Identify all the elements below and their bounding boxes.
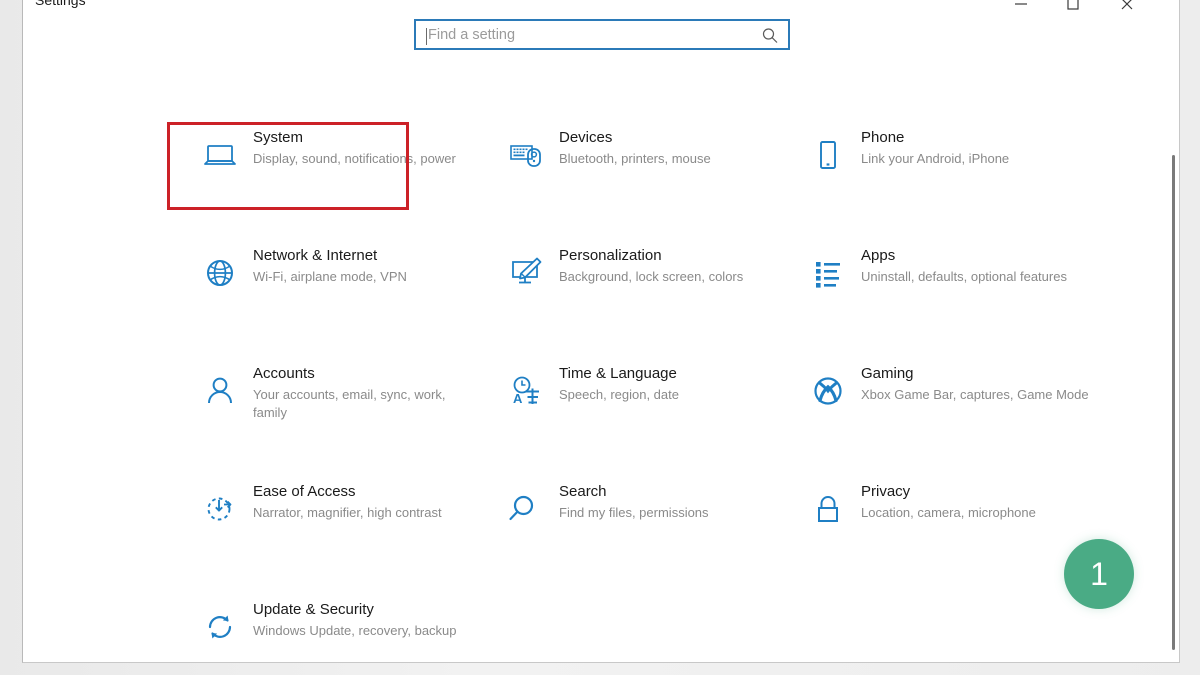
category-title: Privacy xyxy=(861,482,1091,502)
category-title: Gaming xyxy=(861,364,1091,384)
minimize-icon xyxy=(1014,0,1028,11)
category-text: Devices Bluetooth, printers, mouse xyxy=(559,128,765,168)
clock-language-icon: A xyxy=(503,368,549,414)
category-text: Time & Language Speech, region, date xyxy=(559,364,765,404)
category-title: Apps xyxy=(861,246,1091,266)
monitor-brush-icon xyxy=(503,250,549,296)
category-title: Accounts xyxy=(253,364,459,384)
category-privacy[interactable]: Privacy Location, camera, microphone xyxy=(797,472,1077,564)
category-text: Gaming Xbox Game Bar, captures, Game Mod… xyxy=(861,364,1091,404)
category-subtitle: Bluetooth, printers, mouse xyxy=(559,150,765,168)
category-devices[interactable]: Devices Bluetooth, printers, mouse xyxy=(495,118,775,210)
category-gaming[interactable]: Gaming Xbox Game Bar, captures, Game Mod… xyxy=(797,354,1077,446)
scrollbar-thumb[interactable] xyxy=(1172,155,1175,650)
category-text: Phone Link your Android, iPhone xyxy=(861,128,1091,168)
svg-text:A: A xyxy=(513,391,523,406)
category-title: Personalization xyxy=(559,246,765,266)
category-personalization[interactable]: Personalization Background, lock screen,… xyxy=(495,236,775,328)
category-title: Devices xyxy=(559,128,765,148)
category-title: System xyxy=(253,128,459,148)
status-badge: 1 xyxy=(1064,539,1134,609)
category-subtitle: Windows Update, recovery, backup xyxy=(253,622,459,640)
category-subtitle: Find my files, permissions xyxy=(559,504,765,522)
category-title: Time & Language xyxy=(559,364,765,384)
search-box[interactable] xyxy=(414,19,790,50)
lock-icon xyxy=(805,486,851,532)
category-text: Personalization Background, lock screen,… xyxy=(559,246,765,286)
category-subtitle: Link your Android, iPhone xyxy=(861,150,1091,168)
category-title: Network & Internet xyxy=(253,246,459,266)
minimize-button[interactable] xyxy=(999,0,1043,14)
category-system[interactable]: System Display, sound, notifications, po… xyxy=(189,118,469,210)
category-update-security[interactable]: Update & Security Windows Update, recove… xyxy=(189,590,469,663)
category-subtitle: Background, lock screen, colors xyxy=(559,268,765,286)
title-bar: Settings xyxy=(23,0,1179,14)
category-text: System Display, sound, notifications, po… xyxy=(253,128,459,168)
category-text: Privacy Location, camera, microphone xyxy=(861,482,1091,522)
list-icon xyxy=(805,250,851,296)
category-phone[interactable]: Phone Link your Android, iPhone xyxy=(797,118,1077,210)
category-text: Accounts Your accounts, email, sync, wor… xyxy=(253,364,459,422)
category-title: Search xyxy=(559,482,765,502)
globe-icon xyxy=(197,250,243,296)
ease-of-access-icon xyxy=(197,486,243,532)
category-title: Phone xyxy=(861,128,1091,148)
close-button[interactable] xyxy=(1105,0,1149,14)
refresh-icon xyxy=(197,604,243,650)
category-subtitle: Speech, region, date xyxy=(559,386,765,404)
category-text: Search Find my files, permissions xyxy=(559,482,765,522)
magnifier-icon xyxy=(503,486,549,532)
category-network[interactable]: Network & Internet Wi-Fi, airplane mode,… xyxy=(189,236,469,328)
category-text: Update & Security Windows Update, recove… xyxy=(253,600,459,640)
category-subtitle: Location, camera, microphone xyxy=(861,504,1091,522)
category-time-language[interactable]: A Time & Language Speech, region, date xyxy=(495,354,775,446)
xbox-icon xyxy=(805,368,851,414)
phone-icon xyxy=(805,132,851,178)
laptop-icon xyxy=(197,132,243,178)
category-text: Apps Uninstall, defaults, optional featu… xyxy=(861,246,1091,286)
category-text: Ease of Access Narrator, magnifier, high… xyxy=(253,482,459,522)
category-subtitle: Narrator, magnifier, high contrast xyxy=(253,504,459,522)
category-subtitle: Display, sound, notifications, power xyxy=(253,150,459,168)
category-accounts[interactable]: Accounts Your accounts, email, sync, wor… xyxy=(189,354,469,446)
category-title: Update & Security xyxy=(253,600,459,620)
search-input[interactable] xyxy=(416,21,756,48)
search-icon[interactable] xyxy=(760,26,782,46)
maximize-button[interactable] xyxy=(1051,0,1095,14)
category-apps[interactable]: Apps Uninstall, defaults, optional featu… xyxy=(797,236,1077,328)
settings-window: Settings xyxy=(22,0,1180,663)
category-subtitle: Xbox Game Bar, captures, Game Mode xyxy=(861,386,1091,404)
scrollbar[interactable] xyxy=(1167,0,1179,662)
page-title: Settings xyxy=(35,0,86,8)
category-search[interactable]: Search Find my files, permissions xyxy=(495,472,775,564)
category-text: Network & Internet Wi-Fi, airplane mode,… xyxy=(253,246,459,286)
close-icon xyxy=(1120,0,1134,11)
maximize-icon xyxy=(1066,0,1080,11)
category-subtitle: Your accounts, email, sync, work, family xyxy=(253,386,459,422)
keyboard-mouse-icon xyxy=(503,132,549,178)
person-icon xyxy=(197,368,243,414)
category-subtitle: Uninstall, defaults, optional features xyxy=(861,268,1091,286)
category-subtitle: Wi-Fi, airplane mode, VPN xyxy=(253,268,459,286)
category-ease-of-access[interactable]: Ease of Access Narrator, magnifier, high… xyxy=(189,472,469,564)
category-title: Ease of Access xyxy=(253,482,459,502)
